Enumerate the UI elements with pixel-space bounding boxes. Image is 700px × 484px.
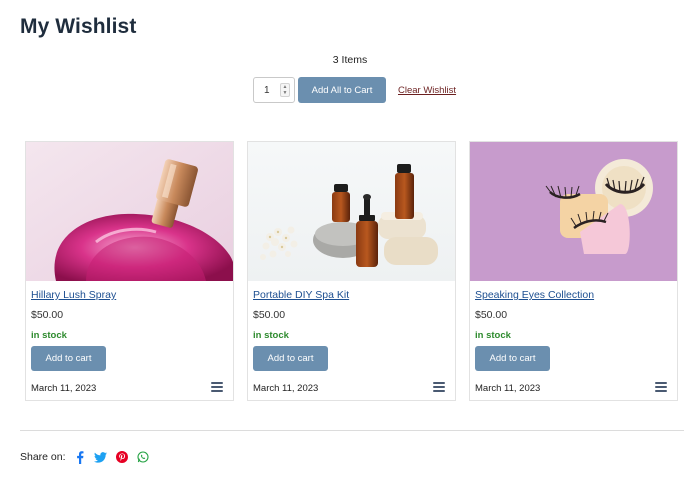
wishlist-card: Hillary Lush Spray $50.00 in stock Add t… <box>25 141 234 401</box>
add-to-cart-button[interactable]: Add to cart <box>31 346 106 371</box>
product-price: $50.00 <box>475 309 508 321</box>
twitter-icon[interactable] <box>94 450 108 464</box>
page-title: My Wishlist <box>20 15 137 38</box>
stock-status: in stock <box>31 330 67 341</box>
facebook-icon[interactable] <box>73 450 87 464</box>
product-image[interactable] <box>26 142 233 281</box>
product-name-link[interactable]: Speaking Eyes Collection <box>475 289 594 301</box>
clear-wishlist-link[interactable]: Clear Wishlist <box>398 85 456 96</box>
spinner-arrows-icon[interactable]: ▲ ▼ <box>280 83 290 97</box>
date-added: March 11, 2023 <box>31 383 97 394</box>
pinterest-icon[interactable] <box>115 450 129 464</box>
product-name-link[interactable]: Hillary Lush Spray <box>31 289 116 301</box>
menu-icon[interactable] <box>433 382 445 392</box>
add-all-to-cart-button[interactable]: Add All to Cart <box>298 77 386 103</box>
wishlist-card: Speaking Eyes Collection $50.00 in stock… <box>469 141 678 401</box>
quantity-stepper[interactable]: 1 ▲ ▼ <box>253 77 295 103</box>
stock-status: in stock <box>475 330 511 341</box>
perfume-bottle-photo <box>26 142 233 281</box>
divider <box>20 430 684 431</box>
date-added: March 11, 2023 <box>253 383 319 394</box>
quantity-value: 1 <box>264 84 270 96</box>
share-bar: Share on: <box>20 450 157 464</box>
product-price: $50.00 <box>31 309 64 321</box>
share-label: Share on: <box>20 451 66 463</box>
false-eyelashes-photo <box>470 142 677 281</box>
stock-status: in stock <box>253 330 289 341</box>
product-image[interactable] <box>470 142 677 281</box>
whatsapp-icon[interactable] <box>136 450 150 464</box>
wishlist-card: Portable DIY Spa Kit $50.00 in stock Add… <box>247 141 456 401</box>
product-image[interactable] <box>248 142 455 281</box>
item-count: 3 Items <box>332 54 368 66</box>
menu-icon[interactable] <box>655 382 667 392</box>
menu-icon[interactable] <box>211 382 223 392</box>
date-added: March 11, 2023 <box>475 383 541 394</box>
essential-oil-bottles-photo <box>248 142 455 281</box>
add-to-cart-button[interactable]: Add to cart <box>253 346 328 371</box>
product-price: $50.00 <box>253 309 286 321</box>
product-name-link[interactable]: Portable DIY Spa Kit <box>253 289 349 301</box>
add-to-cart-button[interactable]: Add to cart <box>475 346 550 371</box>
wishlist-controls: 1 ▲ ▼ Add All to Cart Clear Wishlist <box>253 77 456 103</box>
